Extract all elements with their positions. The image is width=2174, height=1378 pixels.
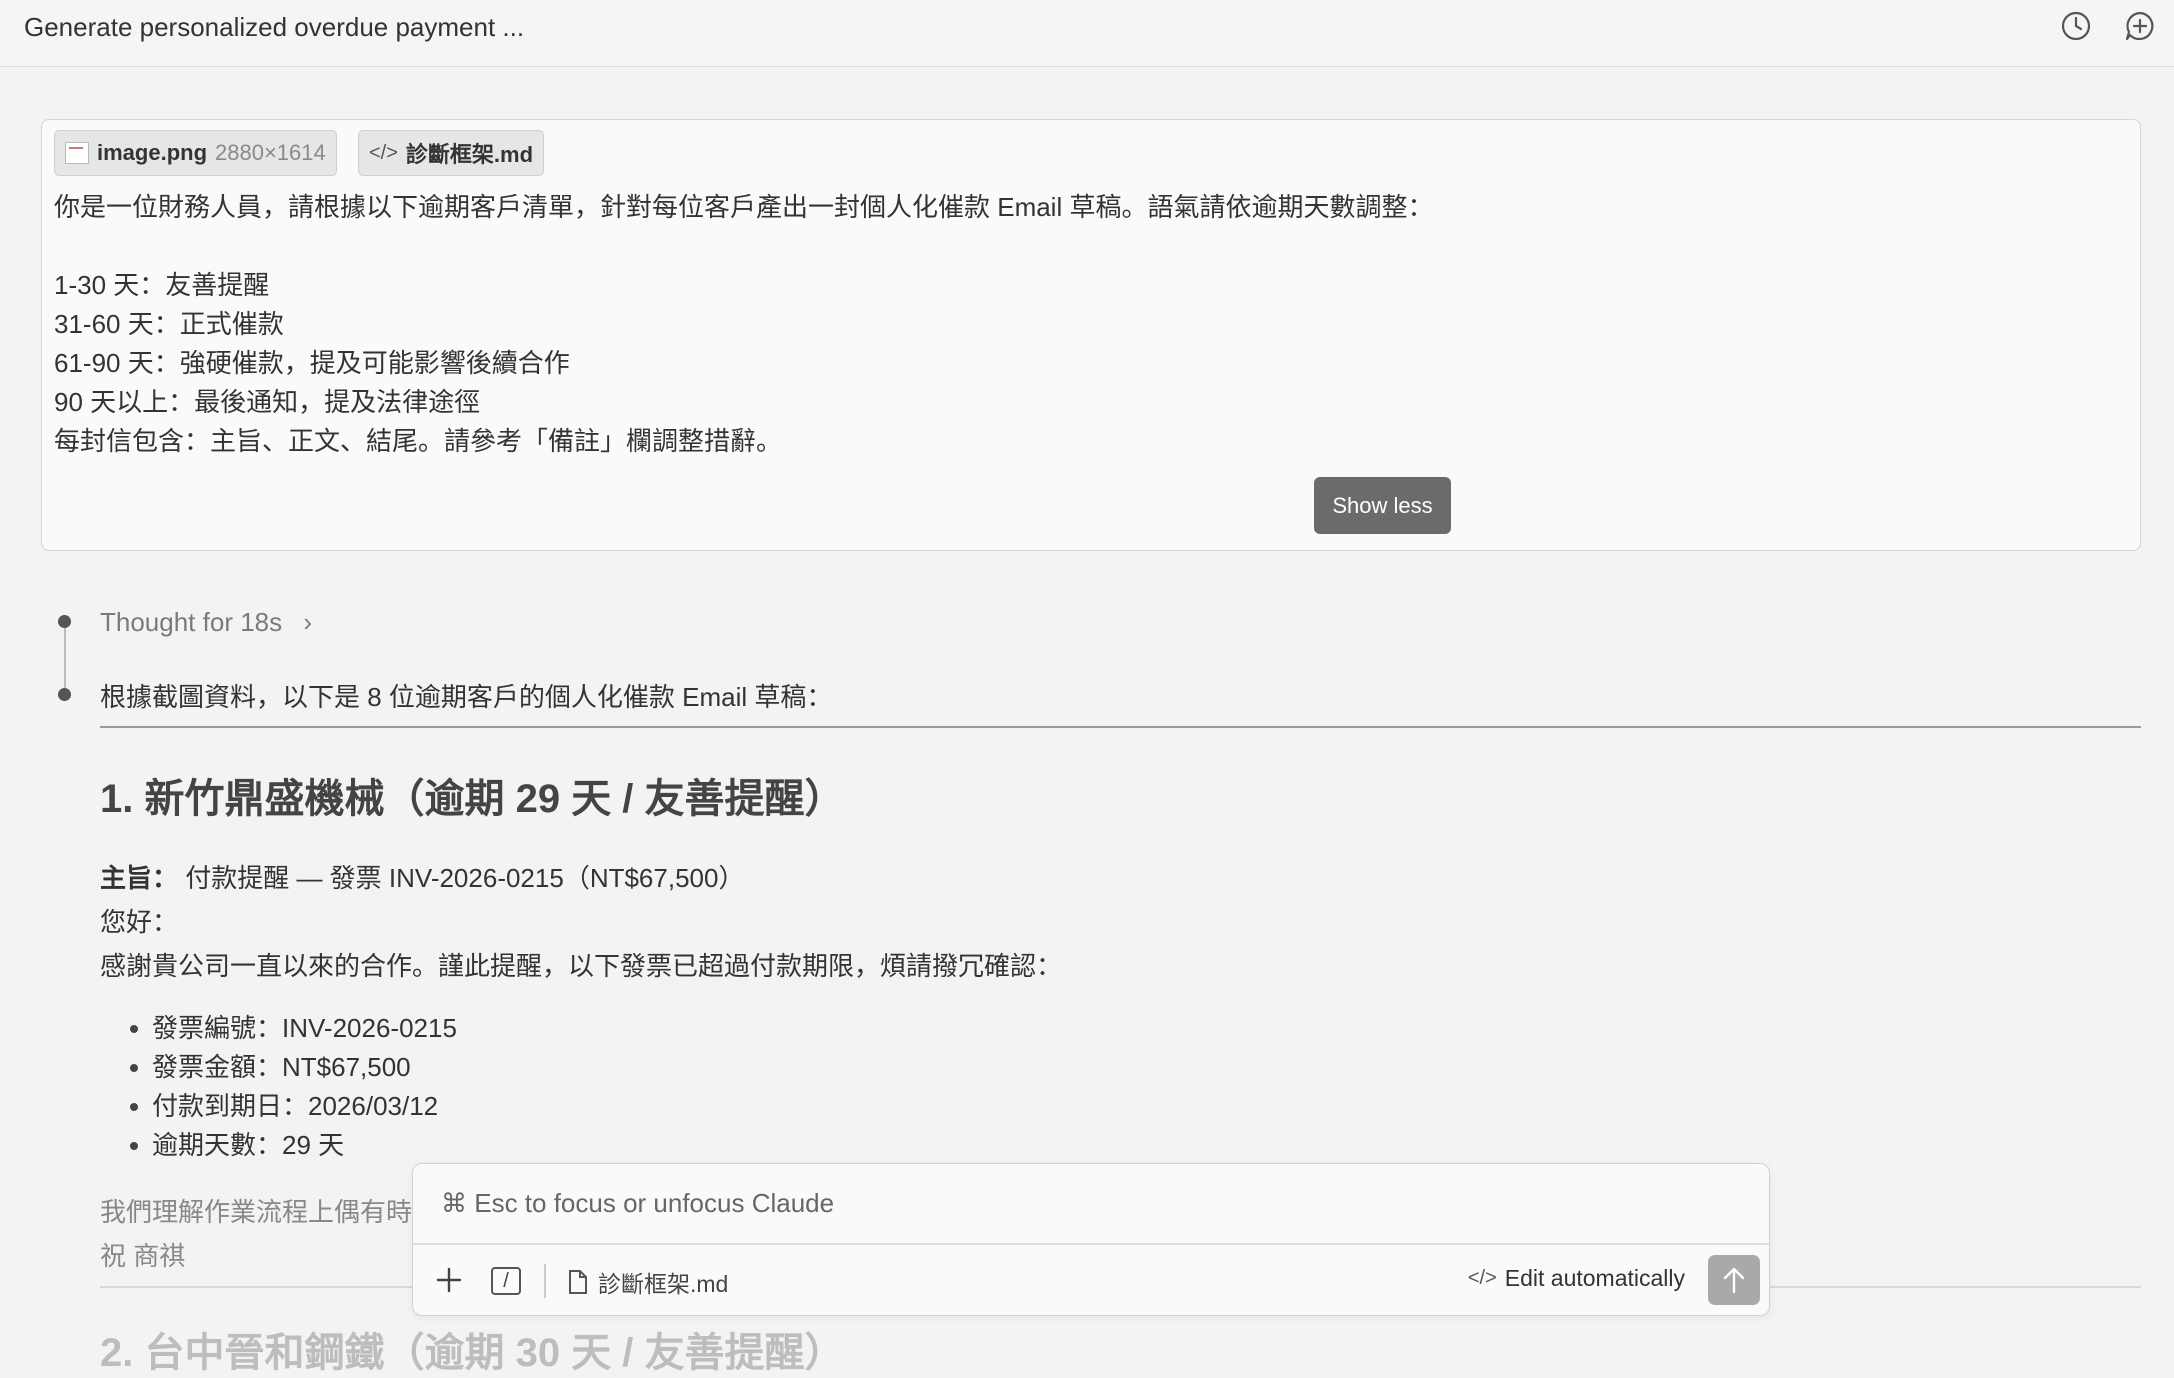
prompt-line: [54, 227, 1433, 266]
list-item: 發票編號：INV-2026-0215: [130, 1009, 457, 1048]
thought-label: Thought for 18s: [100, 607, 283, 637]
toolbar-separator: [544, 1264, 546, 1298]
message-composer[interactable]: ⌘ Esc to focus or unfocus Claude / 診斷框架.…: [412, 1163, 1770, 1316]
prompt-line: 你是一位財務人員，請根據以下逾期客戶清單，針對每位客戶產出一封個人化催款 Ema…: [54, 192, 1434, 222]
prompt-line: 1-30 天：友善提醒: [54, 270, 270, 300]
prompt-line: 90 天以上：最後通知，提及法律途徑: [54, 387, 481, 417]
document-icon: [569, 1270, 587, 1294]
attachment-image-chip[interactable]: image.png 2880×1614: [54, 130, 337, 176]
plus-icon[interactable]: [431, 1262, 467, 1298]
prompt-text: 你是一位財務人員，請根據以下逾期客戶清單，針對每位客戶產出一封個人化催款 Ema…: [54, 188, 1433, 461]
attachment-name: image.png: [97, 140, 208, 165]
timeline-dot: [58, 688, 71, 701]
user-prompt-card: image.png 2880×1614 </> 診斷框架.md 你是一位財務人員…: [41, 119, 2141, 551]
section-heading: 1. 新竹鼎盛機械（逾期 29 天 / 友善提醒）: [100, 777, 845, 821]
email-signoff: 祝 商祺: [100, 1241, 186, 1271]
prompt-line: 61-90 天：強硬催款，提及可能影響後續合作: [54, 348, 570, 378]
email-subject: 主旨： 付款提醒 — 發票 INV-2026-0215（NT$67,500）: [100, 858, 744, 895]
list-item: 發票金額：NT$67,500: [130, 1048, 457, 1087]
code-icon: </>: [369, 141, 398, 164]
timeline-line: [64, 624, 66, 694]
divider: [100, 726, 2141, 728]
thought-toggle[interactable]: Thought for 18s ›: [100, 607, 312, 638]
title-bar: Generate personalized overdue payment ..…: [0, 0, 2174, 67]
edit-mode-selector[interactable]: </> Edit automatically: [1468, 1265, 1685, 1292]
section-heading: 2. 台中晉和鋼鐵（逾期 30 天 / 友善提醒）: [100, 1331, 845, 1375]
clock-icon[interactable]: [2058, 8, 2094, 44]
chevron-right-icon: ›: [303, 607, 313, 637]
subject-value: 付款提醒 — 發票 INV-2026-0215（NT$67,500）: [178, 863, 745, 893]
arrow-up-icon: [1723, 1267, 1745, 1294]
image-file-icon: [65, 142, 89, 164]
email-greeting: 您好：: [100, 907, 179, 937]
list-item: 逾期天數：29 天: [130, 1126, 457, 1165]
email-closing: 我們理解作業流程上偶有時: [100, 1197, 413, 1227]
edit-mode-label: Edit automatically: [1504, 1265, 1685, 1291]
attachment-dimensions: 2880×1614: [215, 140, 326, 165]
list-item: 付款到期日：2026/03/12: [130, 1087, 457, 1126]
send-button[interactable]: [1708, 1255, 1760, 1305]
response-intro: 根據截圖資料，以下是 8 位逾期客戶的個人化催款 Email 草稿：: [100, 682, 833, 712]
prompt-line: 每封信包含：主旨、正文、結尾。請參考「備註」欄調整措辭。: [54, 426, 783, 456]
subject-label: 主旨：: [100, 863, 179, 893]
attachment-name: 診斷框架.md: [405, 142, 534, 167]
invoice-details-list: 發票編號：INV-2026-0215 發票金額：NT$67,500 付款到期日：…: [130, 1009, 457, 1165]
timeline-dot: [58, 615, 71, 628]
prompt-line: 31-60 天：正式催款: [54, 309, 284, 339]
attached-file[interactable]: 診斷框架.md: [568, 1265, 728, 1299]
slash-command-icon[interactable]: /: [491, 1267, 521, 1295]
code-icon: </>: [1467, 1267, 1497, 1289]
email-body: 感謝貴公司一直以來的合作。謹此提醒，以下發票已超過付款期限，煩請撥冗確認：: [100, 951, 1063, 981]
composer-input[interactable]: ⌘ Esc to focus or unfocus Claude: [441, 1188, 834, 1219]
conversation-title: Generate personalized overdue payment ..…: [24, 12, 525, 42]
attached-file-name: 診斷框架.md: [598, 1271, 729, 1297]
chat-plus-icon[interactable]: [2122, 8, 2158, 44]
composer-divider: [413, 1243, 1769, 1245]
attachment-markdown-chip[interactable]: </> 診斷框架.md: [358, 130, 545, 176]
show-less-button[interactable]: Show less: [1314, 477, 1451, 534]
